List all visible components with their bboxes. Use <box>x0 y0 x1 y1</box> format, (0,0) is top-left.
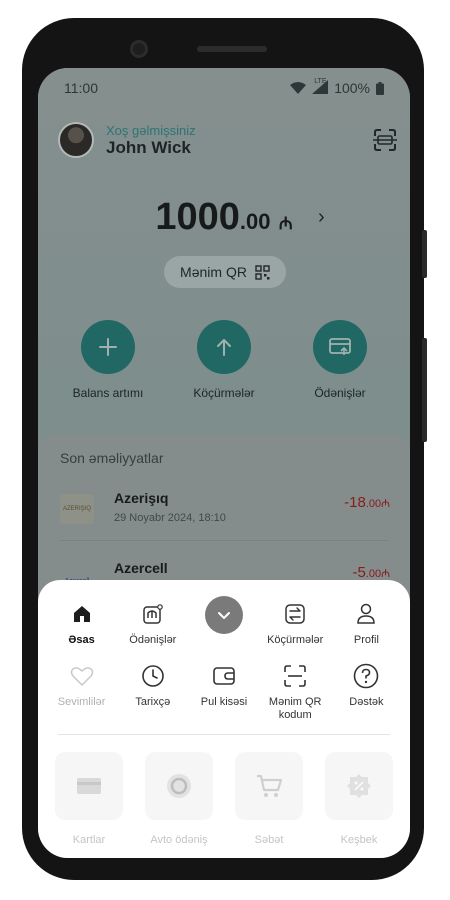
clock-icon <box>139 662 167 690</box>
menu-wallet-label: Pul kisəsi <box>200 696 248 708</box>
nav-profile-label: Profil <box>353 634 379 646</box>
divider <box>58 734 390 735</box>
nav-transfers[interactable]: Köçürmələr <box>260 600 331 647</box>
service-cards-label: Kartlar <box>72 834 106 846</box>
menu-row-secondary: Sevimlilər Tarixçə Pul kisəsi Mənim QR k… <box>46 662 402 722</box>
nav-payments-label: Ödənişlər <box>129 634 177 646</box>
menu-wallet[interactable]: Pul kisəsi <box>188 662 259 722</box>
profile-icon <box>352 600 380 628</box>
service-cart-label: Səbət <box>254 834 284 846</box>
nav-transfers-label: Köçürmələr <box>267 634 324 646</box>
volume-button <box>422 338 427 442</box>
menu-my-qr-code-label: Mənim QR kodum <box>268 696 322 721</box>
qr-scan-icon <box>281 662 309 690</box>
menu-bottom-sheet: Əsas Ödənişlər Köçürmələr Profil Sevimli… <box>38 580 410 858</box>
credit-card-icon <box>55 752 123 820</box>
service-cart[interactable]: Səbət <box>234 752 304 846</box>
menu-favorites[interactable]: Sevimlilər <box>46 662 117 722</box>
cart-icon <box>235 752 303 820</box>
power-button <box>422 230 427 278</box>
menu-row-main: Əsas Ödənişlər Köçürmələr Profil <box>46 596 402 647</box>
chevron-down-icon <box>205 596 243 634</box>
nav-home-label: Əsas <box>68 634 95 646</box>
earpiece-speaker <box>197 46 267 52</box>
service-cards[interactable]: Kartlar <box>54 752 124 846</box>
wallet-icon <box>210 662 238 690</box>
nav-home[interactable]: Əsas <box>46 600 117 647</box>
menu-support-label: Dəstək <box>349 696 384 708</box>
app-screen: 11:00 LTE 100% Xoş gəlmişsiniz John Wick <box>38 68 410 858</box>
nav-payments[interactable]: Ödənişlər <box>117 600 188 647</box>
service-cashback-label: Keşbek <box>340 834 378 846</box>
heart-icon <box>68 662 96 690</box>
help-icon <box>352 662 380 690</box>
front-camera <box>130 40 148 58</box>
menu-support[interactable]: Dəstək <box>331 662 402 722</box>
menu-history-label: Tarixçə <box>135 696 171 708</box>
payments-icon <box>139 600 167 628</box>
cashback-icon <box>325 752 393 820</box>
service-cashback[interactable]: Keşbek <box>324 752 394 846</box>
menu-history[interactable]: Tarixçə <box>117 662 188 722</box>
menu-my-qr-code[interactable]: Mənim QR kodum <box>260 662 331 722</box>
menu-favorites-label: Sevimlilər <box>57 696 106 708</box>
transfer-icon <box>281 600 309 628</box>
nav-profile[interactable]: Profil <box>331 600 402 647</box>
auto-pay-icon <box>145 752 213 820</box>
nav-collapse[interactable] <box>188 596 259 647</box>
menu-row-services: Kartlar Avto ödəniş Səbət Keşbek <box>54 752 394 846</box>
service-auto-pay-label: Avto ödəniş <box>150 834 208 846</box>
service-auto-pay[interactable]: Avto ödəniş <box>144 752 214 846</box>
home-icon <box>68 600 96 628</box>
